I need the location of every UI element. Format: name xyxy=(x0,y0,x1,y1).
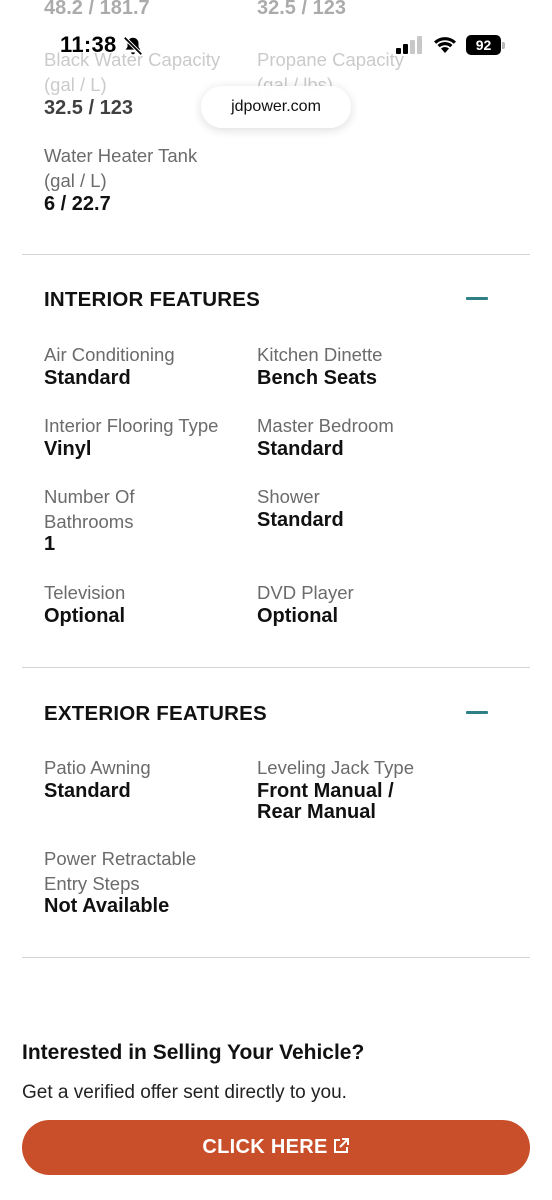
spec-label: Power Retractable xyxy=(44,848,197,869)
click-here-button[interactable]: CLICK HERE xyxy=(22,1120,530,1175)
spec-value: Rear Manual xyxy=(257,800,376,823)
spec-value: Standard xyxy=(257,437,344,460)
spec-value: Standard xyxy=(257,508,344,531)
spec-value: 6 / 22.7 xyxy=(44,193,111,215)
spec-fresh-water: 48.2 / 181.7 xyxy=(44,0,249,19)
spec-label: (gal / L) xyxy=(44,169,107,191)
spec-dvd-player: DVD Player Optional xyxy=(257,581,462,627)
spec-number-of-bathrooms: Number Of Bathrooms 1 xyxy=(44,485,249,555)
spec-label: Bathrooms xyxy=(44,510,134,532)
interior-collapse-button[interactable] xyxy=(456,283,498,313)
exterior-features-title[interactable]: EXTERIOR FEATURES xyxy=(44,702,267,726)
section-divider xyxy=(22,667,530,668)
minus-icon xyxy=(466,711,488,714)
spec-label: Black Water Capacity xyxy=(44,49,221,70)
external-link-icon xyxy=(333,1138,349,1153)
spec-label: Number Of xyxy=(44,486,135,507)
section-divider xyxy=(22,957,530,958)
spec-value: Standard xyxy=(44,779,131,802)
spec-shower: Shower Standard xyxy=(257,485,462,531)
click-here-label: CLICK HERE xyxy=(202,1136,328,1158)
spec-interior-flooring: Interior Flooring Type Vinyl xyxy=(44,414,249,460)
spec-value: Optional xyxy=(257,604,339,627)
spec-value: Front Manual / xyxy=(257,779,394,802)
spec-label: DVD Player xyxy=(257,582,354,603)
spec-label: Kitchen Dinette xyxy=(257,344,383,365)
spec-television: Television Optional xyxy=(44,581,249,627)
spec-air-conditioning: Air Conditioning Standard xyxy=(44,343,249,389)
spec-label: Shower xyxy=(257,486,320,507)
spec-value: Not Available xyxy=(44,895,170,917)
spec-label: Patio Awning xyxy=(44,757,151,778)
spec-power-retractable-steps: Power Retractable Entry Steps Not Availa… xyxy=(44,847,249,917)
sell-vehicle-subtitle: Get a verified offer sent directly to yo… xyxy=(22,1082,347,1103)
spec-kitchen-dinette: Kitchen Dinette Bench Seats xyxy=(257,343,462,389)
spec-label: Water Heater Tank xyxy=(44,145,198,166)
spec-label: Television xyxy=(44,582,126,603)
spec-label: Entry Steps xyxy=(44,872,140,894)
spec-value: Optional xyxy=(44,604,126,627)
spec-master-bedroom: Master Bedroom Standard xyxy=(257,414,462,460)
section-divider xyxy=(22,254,530,255)
battery-indicator: 92 xyxy=(466,35,506,55)
spec-label: Master Bedroom xyxy=(257,415,394,436)
battery-level: 92 xyxy=(466,35,501,55)
address-bar[interactable]: jdpower.com xyxy=(201,86,351,128)
spec-gray-water: 32.5 / 123 xyxy=(257,0,462,19)
spec-label: Air Conditioning xyxy=(44,344,175,365)
exterior-collapse-button[interactable] xyxy=(456,697,498,727)
spec-value: Vinyl xyxy=(44,437,92,460)
spec-leveling-jack-type: Leveling Jack Type Front Manual / Rear M… xyxy=(257,756,462,823)
minus-icon xyxy=(466,297,488,300)
spec-value: 48.2 / 181.7 xyxy=(44,0,150,19)
spec-label: Propane Capacity xyxy=(257,49,405,70)
spec-water-heater: Water Heater Tank (gal / L) 6 / 22.7 xyxy=(44,144,249,215)
spec-value: 1 xyxy=(44,533,56,555)
interior-features-title[interactable]: INTERIOR FEATURES xyxy=(44,288,260,312)
spec-value: Bench Seats xyxy=(257,366,378,389)
spec-patio-awning: Patio Awning Standard xyxy=(44,756,249,802)
spec-value: Standard xyxy=(44,366,131,389)
spec-label: Leveling Jack Type xyxy=(257,757,415,778)
sell-vehicle-heading: Interested in Selling Your Vehicle? xyxy=(22,1041,365,1064)
spec-label: Interior Flooring Type xyxy=(44,415,219,436)
spec-value: 32.5 / 123 xyxy=(257,0,346,19)
